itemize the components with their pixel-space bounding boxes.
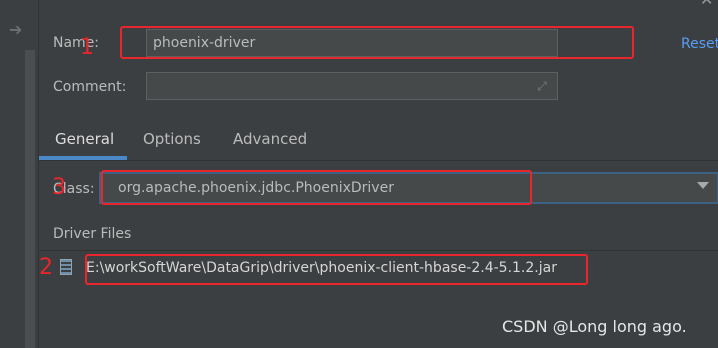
expand-icon[interactable]: ⤢ (535, 79, 549, 93)
tab-advanced[interactable]: Advanced (233, 130, 307, 148)
left-sidebar: ➔ (0, 0, 38, 348)
settings-tabs: General Options Advanced (39, 120, 718, 160)
annotation-box-driver-file (85, 254, 588, 285)
annotation-mark-2: 2 (39, 255, 53, 280)
reset-link[interactable]: Reset (681, 36, 718, 52)
tabs-divider (39, 160, 718, 161)
driver-files-divider (39, 250, 718, 251)
chevron-down-icon[interactable] (697, 182, 709, 189)
close-icon[interactable]: ✕ (700, 0, 713, 8)
annotation-box-name (120, 26, 634, 59)
arrow-right-icon[interactable]: ➔ (9, 22, 22, 38)
comment-input[interactable]: ⤢ (146, 72, 558, 100)
watermark: CSDN @Long long ago. (502, 317, 687, 336)
driver-files-heading: Driver Files (53, 226, 132, 242)
annotation-mark-1: 1 (80, 35, 94, 60)
annotation-mark-3: 3 (52, 175, 66, 200)
tab-options[interactable]: Options (143, 130, 201, 148)
tab-general[interactable]: General (55, 130, 114, 148)
comment-label: Comment: (53, 79, 127, 95)
sidebar-scrollbar[interactable] (25, 50, 35, 348)
annotation-box-class (101, 170, 532, 205)
jar-icon (60, 259, 72, 275)
